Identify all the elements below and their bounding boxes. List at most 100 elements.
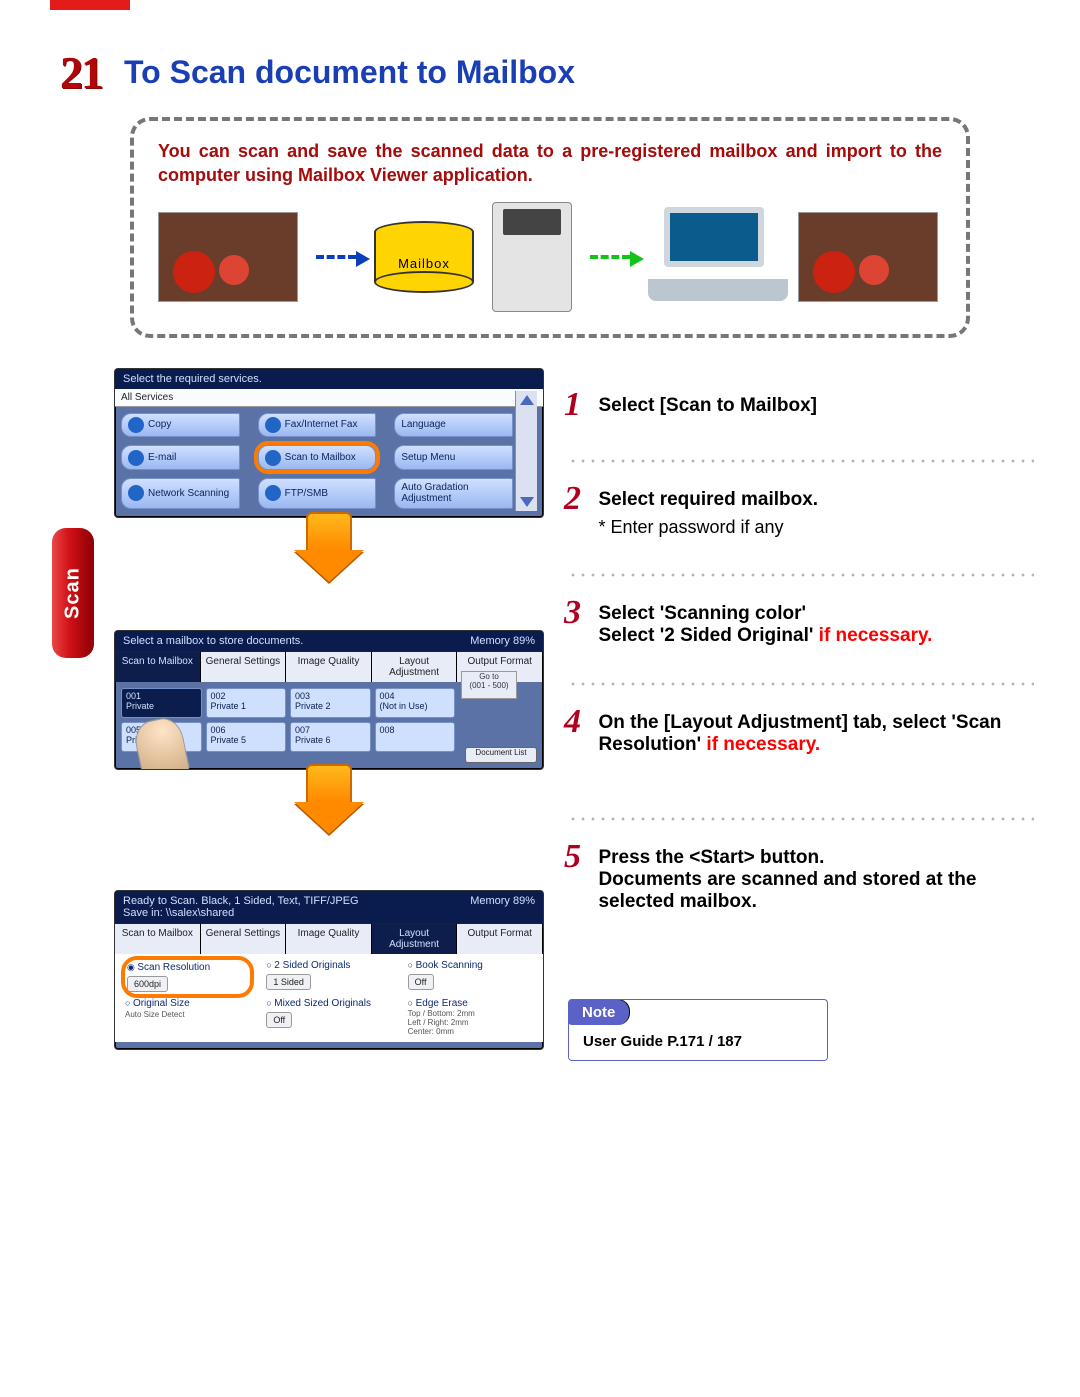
- document-list-button[interactable]: Document List: [465, 747, 537, 763]
- option-edge-erase[interactable]: Edge Erase Top / Bottom: 2mm Left / Righ…: [408, 998, 533, 1036]
- step-1: 1 Select [Scan to Mailbox]: [564, 386, 1034, 424]
- mailbox-slot-001[interactable]: 001Private: [121, 688, 202, 718]
- step-5-number: 5: [564, 838, 594, 876]
- step-5: 5 Press the <Start> button. Documents ar…: [564, 838, 1034, 913]
- step-3-line1: Select 'Scanning color': [598, 603, 806, 624]
- service-autograd-label: Auto Gradation Adjustment: [401, 482, 506, 504]
- service-language-label: Language: [401, 419, 446, 430]
- tab-layout-adjustment[interactable]: Layout Adjustment: [372, 651, 458, 682]
- mailbox-cylinder-label: Mailbox: [374, 256, 474, 271]
- twosided-value: 1 Sided: [266, 974, 311, 990]
- mailbox-slot-003[interactable]: 003Private 2: [290, 688, 371, 718]
- step-2-text: Select required mailbox.: [598, 489, 818, 510]
- service-email-label: E-mail: [148, 452, 176, 463]
- arrow-to-mailbox: [316, 255, 356, 259]
- option-book-scanning[interactable]: Book Scanning Off: [408, 960, 533, 994]
- step-2-number: 2: [564, 480, 594, 518]
- top-red-chip: [50, 0, 130, 10]
- service-setup-label: Setup Menu: [401, 452, 455, 463]
- panel3-status-save: Save in: \\salex\shared: [123, 907, 359, 919]
- mailbox-slot-002[interactable]: 002Private 1: [206, 688, 287, 718]
- p3-tab-layout[interactable]: Layout Adjustment: [372, 923, 458, 954]
- p3-tab-image[interactable]: Image Quality: [286, 923, 372, 954]
- edge-val2: Left / Right: 2mm: [408, 1018, 533, 1027]
- step-1-number: 1: [564, 386, 594, 424]
- email-icon: [128, 450, 144, 466]
- big-arrow-1: [294, 512, 364, 578]
- p3-tab-general[interactable]: General Settings: [201, 923, 287, 954]
- p3-tab-output[interactable]: Output Format: [457, 923, 543, 954]
- step-2: 2 Select required mailbox. * Enter passw…: [564, 480, 1034, 538]
- mailbox-slot-008[interactable]: 008: [375, 722, 456, 752]
- panel2-memory: Memory 89%: [470, 635, 535, 647]
- service-ftp-smb[interactable]: FTP/SMB: [258, 478, 377, 509]
- photo-result: [798, 212, 938, 302]
- option-original-size[interactable]: Original Size Auto Size Detect: [125, 998, 250, 1036]
- mixed-value: Off: [266, 1012, 292, 1028]
- scroll-up-icon[interactable]: [520, 395, 534, 405]
- tab-general-settings[interactable]: General Settings: [201, 651, 287, 682]
- mailbox-icon: [265, 450, 281, 466]
- page-title: To Scan document to Mailbox: [124, 54, 575, 91]
- service-language[interactable]: Language: [394, 413, 513, 438]
- arrow-to-laptop: [590, 255, 630, 259]
- tab-image-quality[interactable]: Image Quality: [286, 651, 372, 682]
- mailbox-slot-007[interactable]: 007Private 6: [290, 722, 371, 752]
- panel1-title: Select the required services.: [115, 369, 543, 389]
- service-network-scanning[interactable]: Network Scanning: [121, 478, 240, 509]
- note-label: Note: [568, 999, 630, 1025]
- divider: [568, 681, 1034, 687]
- intro-text: You can scan and save the scanned data t…: [158, 139, 942, 188]
- divider: [568, 458, 1034, 464]
- intro-box: You can scan and save the scanned data t…: [130, 117, 970, 338]
- step-3: 3 Select 'Scanning color' Select '2 Side…: [564, 594, 1034, 647]
- panel1-scrollbar[interactable]: [515, 391, 537, 511]
- panel2-title: Select a mailbox to store documents.: [123, 635, 303, 647]
- service-email[interactable]: E-mail: [121, 445, 240, 470]
- orig-value: Auto Size Detect: [125, 1010, 185, 1019]
- netscan-icon: [128, 485, 144, 501]
- step-1-text: Select [Scan to Mailbox]: [598, 395, 817, 416]
- laptop-icon: [648, 207, 788, 307]
- divider: [568, 572, 1034, 578]
- service-copy-label: Copy: [148, 419, 171, 430]
- mailbox-cylinder: Mailbox: [374, 221, 474, 293]
- panel1-subtitle: All Services: [115, 389, 543, 407]
- step-2-sub: * Enter password if any: [598, 517, 1028, 538]
- option-2sided[interactable]: 2 Sided Originals 1 Sided: [266, 960, 391, 994]
- step-4-line2: if necessary.: [706, 734, 820, 755]
- fax-icon: [265, 417, 281, 433]
- big-arrow-2: [294, 764, 364, 830]
- goto-range[interactable]: Go to(001 - 500): [461, 671, 517, 699]
- service-scan-to-mailbox[interactable]: Scan to Mailbox: [258, 445, 377, 470]
- service-ftp-label: FTP/SMB: [285, 488, 328, 499]
- service-setup-menu[interactable]: Setup Menu: [394, 445, 513, 470]
- mailbox-slot-004[interactable]: 004(Not in Use): [375, 688, 456, 718]
- service-scan-to-mailbox-label: Scan to Mailbox: [285, 452, 356, 463]
- step-3-number: 3: [564, 594, 594, 632]
- mailbox-slot-006[interactable]: 006Private 5: [206, 722, 287, 752]
- option-mixed-sized[interactable]: Mixed Sized Originals Off: [266, 998, 391, 1036]
- copy-icon: [128, 417, 144, 433]
- service-auto-gradation[interactable]: Auto Gradation Adjustment: [394, 478, 513, 509]
- scroll-down-icon[interactable]: [520, 497, 534, 507]
- p3-tab-scan[interactable]: Scan to Mailbox: [115, 923, 201, 954]
- step-5-line2: Documents are scanned and stored at the …: [598, 869, 976, 912]
- ftp-icon: [265, 485, 281, 501]
- step-5-line1: Press the <Start> button.: [598, 847, 824, 868]
- book-value: Off: [408, 974, 434, 990]
- step-4: 4 On the [Layout Adjustment] tab, select…: [564, 703, 1034, 756]
- multifunction-printer-icon: [492, 202, 572, 312]
- panel-select-mailbox: Select a mailbox to store documents. Mem…: [114, 630, 544, 770]
- panel3-memory: Memory 89%: [470, 895, 535, 919]
- section-number: 21: [60, 46, 102, 99]
- note-block: Note User Guide P.171 / 187: [568, 999, 828, 1061]
- service-copy[interactable]: Copy: [121, 413, 240, 438]
- photo-original: [158, 212, 298, 302]
- edge-val1: Top / Bottom: 2mm: [408, 1009, 533, 1018]
- service-fax[interactable]: Fax/Internet Fax: [258, 413, 377, 438]
- option-scan-resolution[interactable]: Scan Resolution 600dpi: [125, 960, 250, 994]
- resolution-value: 600dpi: [127, 976, 168, 992]
- panel-layout-adjustment: Ready to Scan. Black, 1 Sided, Text, TIF…: [114, 890, 544, 1050]
- tab-scan-to-mailbox[interactable]: Scan to Mailbox: [115, 651, 201, 682]
